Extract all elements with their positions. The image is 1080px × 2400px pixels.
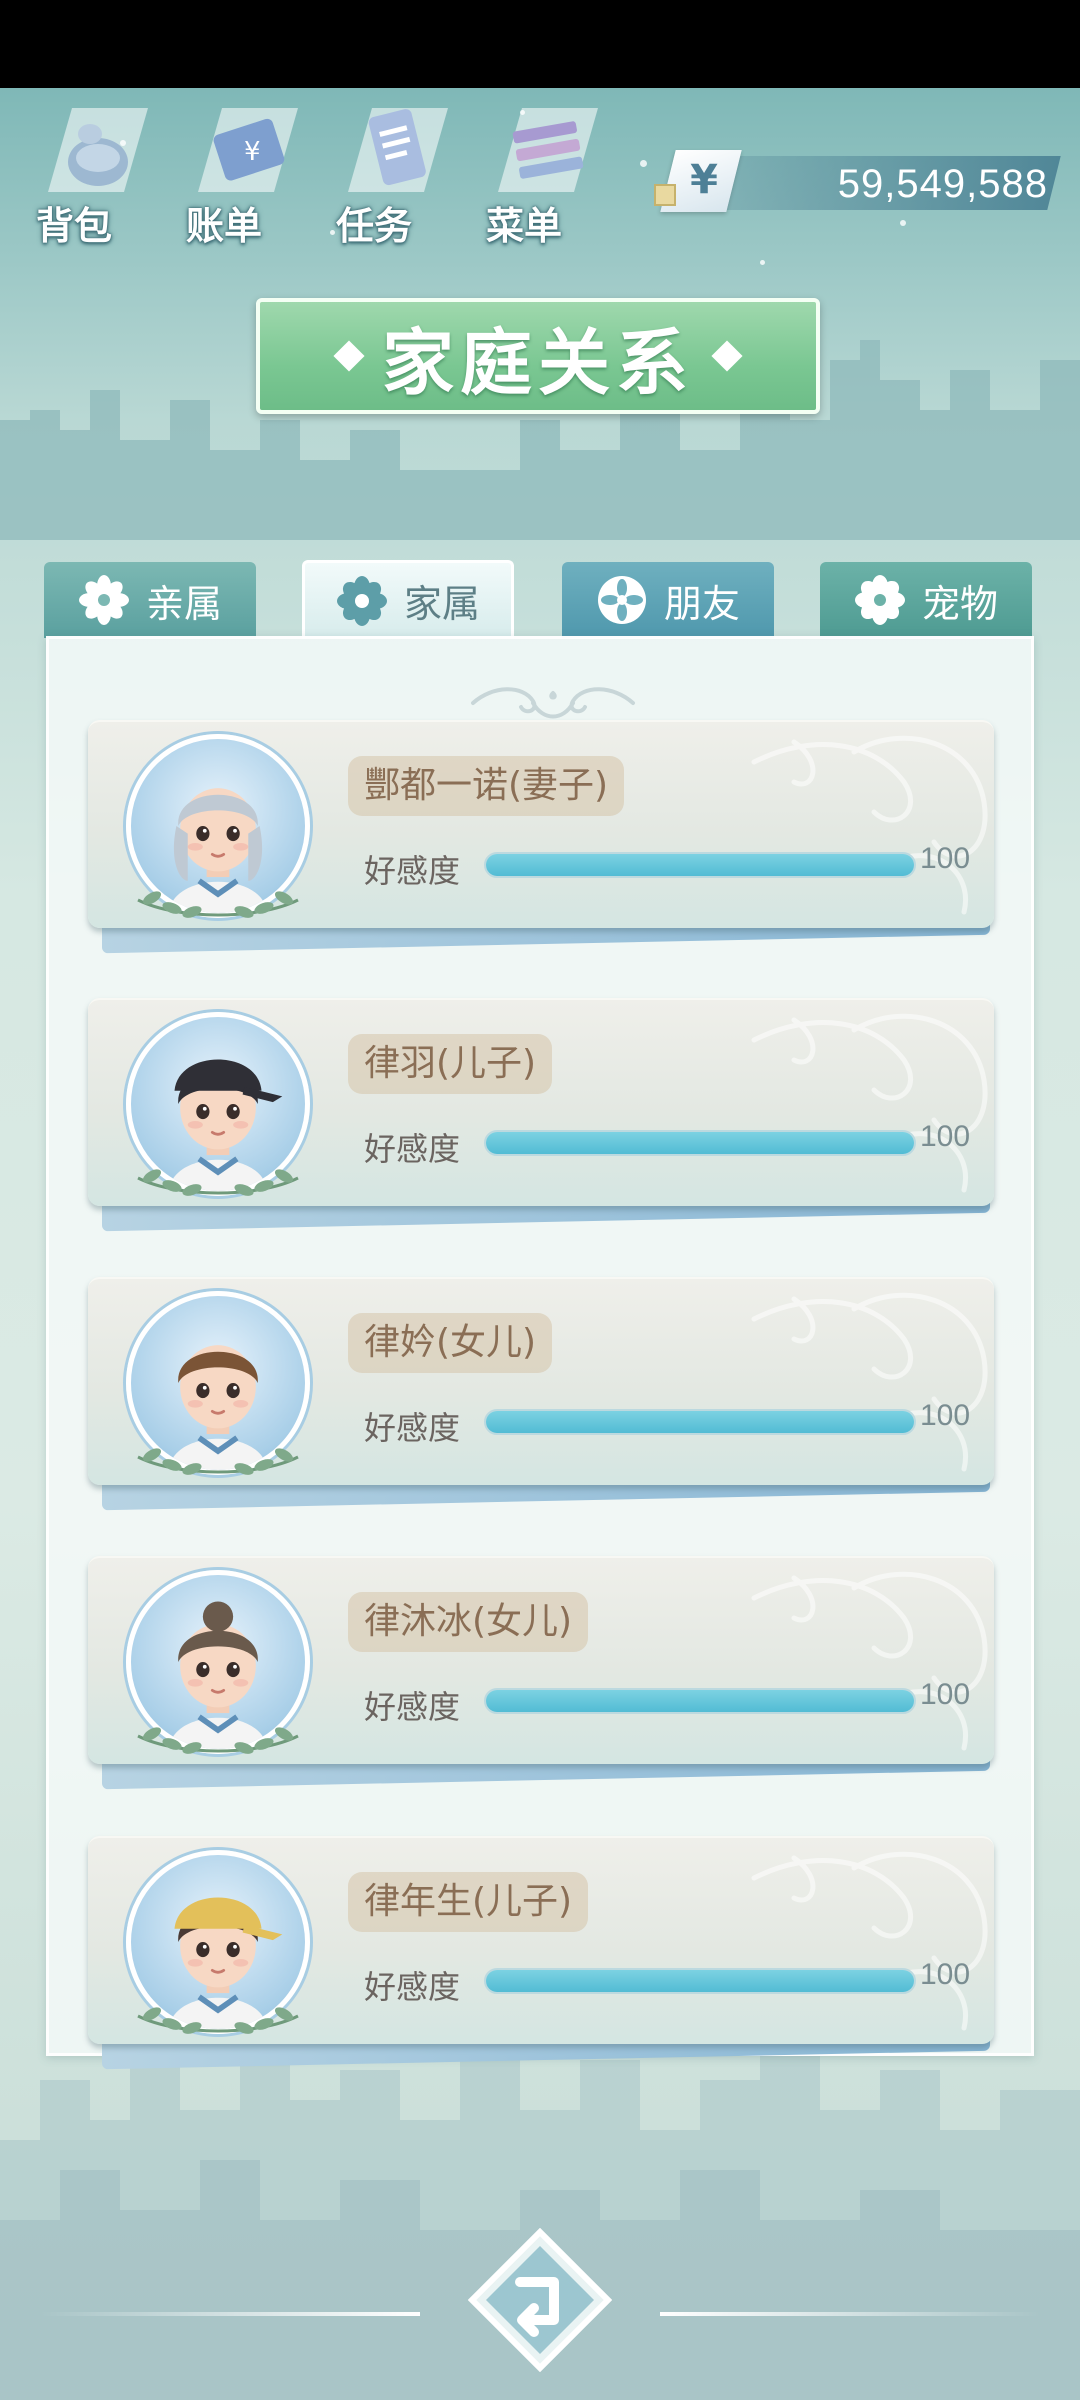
page-title: 家庭关系 — [381, 320, 694, 405]
member-name: 律羽(儿子) — [348, 1034, 553, 1094]
tab-kin-label: 亲属 — [145, 581, 222, 626]
affection-bar — [484, 1968, 916, 1994]
decor-line-right — [660, 2312, 1040, 2316]
menu-label: 菜单 — [486, 204, 563, 248]
swirl-ornament — [751, 1292, 988, 1472]
page-title-plate: 家庭关系 — [256, 298, 820, 414]
svg-text:¥: ¥ — [244, 137, 261, 167]
member-name: 律妗(女儿) — [348, 1313, 553, 1373]
tab-pets[interactable]: 宠物 — [820, 562, 1032, 638]
tab-friends[interactable]: 朋友 — [562, 562, 774, 638]
leaf-wreath-icon — [137, 1727, 299, 1754]
member-card-5[interactable]: 律年生(儿子) 好感度 100 — [88, 1836, 996, 2072]
affection-label: 好感度 — [364, 1688, 461, 1726]
menu-button[interactable]: 菜单 — [476, 100, 606, 250]
member-name: 律沐冰(女儿) — [348, 1592, 589, 1652]
affection-bar — [484, 852, 916, 878]
affection-bar-fill — [486, 1411, 914, 1433]
bag-label: 背包 — [36, 204, 113, 248]
tab-friends-label: 朋友 — [663, 581, 740, 626]
affection-value: 100 — [920, 1120, 971, 1153]
bag-icon — [48, 108, 148, 192]
money-value: 59,549,588 — [837, 162, 1048, 206]
affection-bar-fill — [486, 1132, 914, 1154]
member-card-4[interactable]: 律沐冰(女儿) 好感度 100 — [88, 1556, 996, 1792]
bill-label: 账单 — [186, 204, 263, 248]
swirl-ornament — [751, 1013, 988, 1193]
member-name: 律年生(儿子) — [348, 1872, 589, 1932]
swirl-ornament — [751, 1571, 988, 1751]
swirl-ornament — [751, 1851, 988, 2031]
flower-icon — [78, 575, 129, 625]
affection-value: 100 — [920, 842, 971, 875]
diamond-icon — [333, 340, 365, 372]
affection-label: 好感度 — [364, 852, 461, 890]
flower-icon — [336, 575, 387, 626]
money-display: ¥ 59,549,588 — [654, 150, 1061, 216]
tab-kin[interactable]: 亲属 — [44, 562, 256, 638]
tab-pets-label: 宠物 — [921, 581, 998, 626]
member-name: 酆都一诺(妻子) — [348, 756, 625, 816]
member-card-2[interactable]: 律羽(儿子) 好感度 100 — [88, 998, 996, 1234]
affection-value: 100 — [920, 1678, 971, 1711]
leaf-wreath-icon — [137, 891, 299, 918]
leaf-wreath-icon — [137, 2007, 299, 2034]
leaf-wreath-icon — [137, 1169, 299, 1196]
bill-button[interactable]: ¥ 账单 — [176, 100, 306, 250]
affection-bar — [484, 1409, 916, 1435]
task-label: 任务 — [336, 204, 413, 248]
menu-icon — [498, 108, 598, 192]
tab-family-label: 家属 — [403, 582, 480, 626]
member-card-1[interactable]: 酆都一诺(妻子) 好感度 100 — [88, 720, 996, 956]
affection-value: 100 — [920, 1399, 971, 1432]
affection-value: 100 — [920, 1958, 971, 1991]
leaf-wreath-icon — [137, 1448, 299, 1475]
affection-label: 好感度 — [364, 1409, 461, 1447]
swirl-ornament — [751, 735, 988, 915]
affection-bar — [484, 1688, 916, 1714]
affection-bar-fill — [486, 1970, 914, 1992]
tab-family[interactable]: 家属 — [302, 560, 514, 638]
bill-icon: ¥ — [198, 108, 298, 192]
affection-bar-fill — [486, 854, 914, 876]
decor-line-left — [40, 2312, 420, 2316]
affection-label: 好感度 — [364, 1968, 461, 2006]
yen-icon: ¥ — [690, 157, 718, 203]
flower-icon — [597, 576, 646, 624]
task-button[interactable]: 任务 — [326, 100, 456, 250]
coin-icon — [654, 184, 676, 206]
ornament-icon — [471, 687, 635, 719]
affection-label: 好感度 — [364, 1130, 461, 1168]
member-card-3[interactable]: 律妗(女儿) 好感度 100 — [88, 1277, 996, 1513]
flower-icon — [854, 575, 905, 625]
back-button[interactable] — [468, 2228, 612, 2372]
affection-bar-fill — [486, 1690, 914, 1712]
diamond-icon — [711, 340, 743, 372]
task-icon — [348, 108, 448, 192]
sparkle — [760, 260, 765, 265]
bag-button[interactable]: 背包 — [26, 100, 156, 250]
top-bar: 背包 ¥ 账单 任务 菜单 ¥ 59,549,588 — [0, 92, 1080, 252]
affection-bar — [484, 1130, 916, 1156]
